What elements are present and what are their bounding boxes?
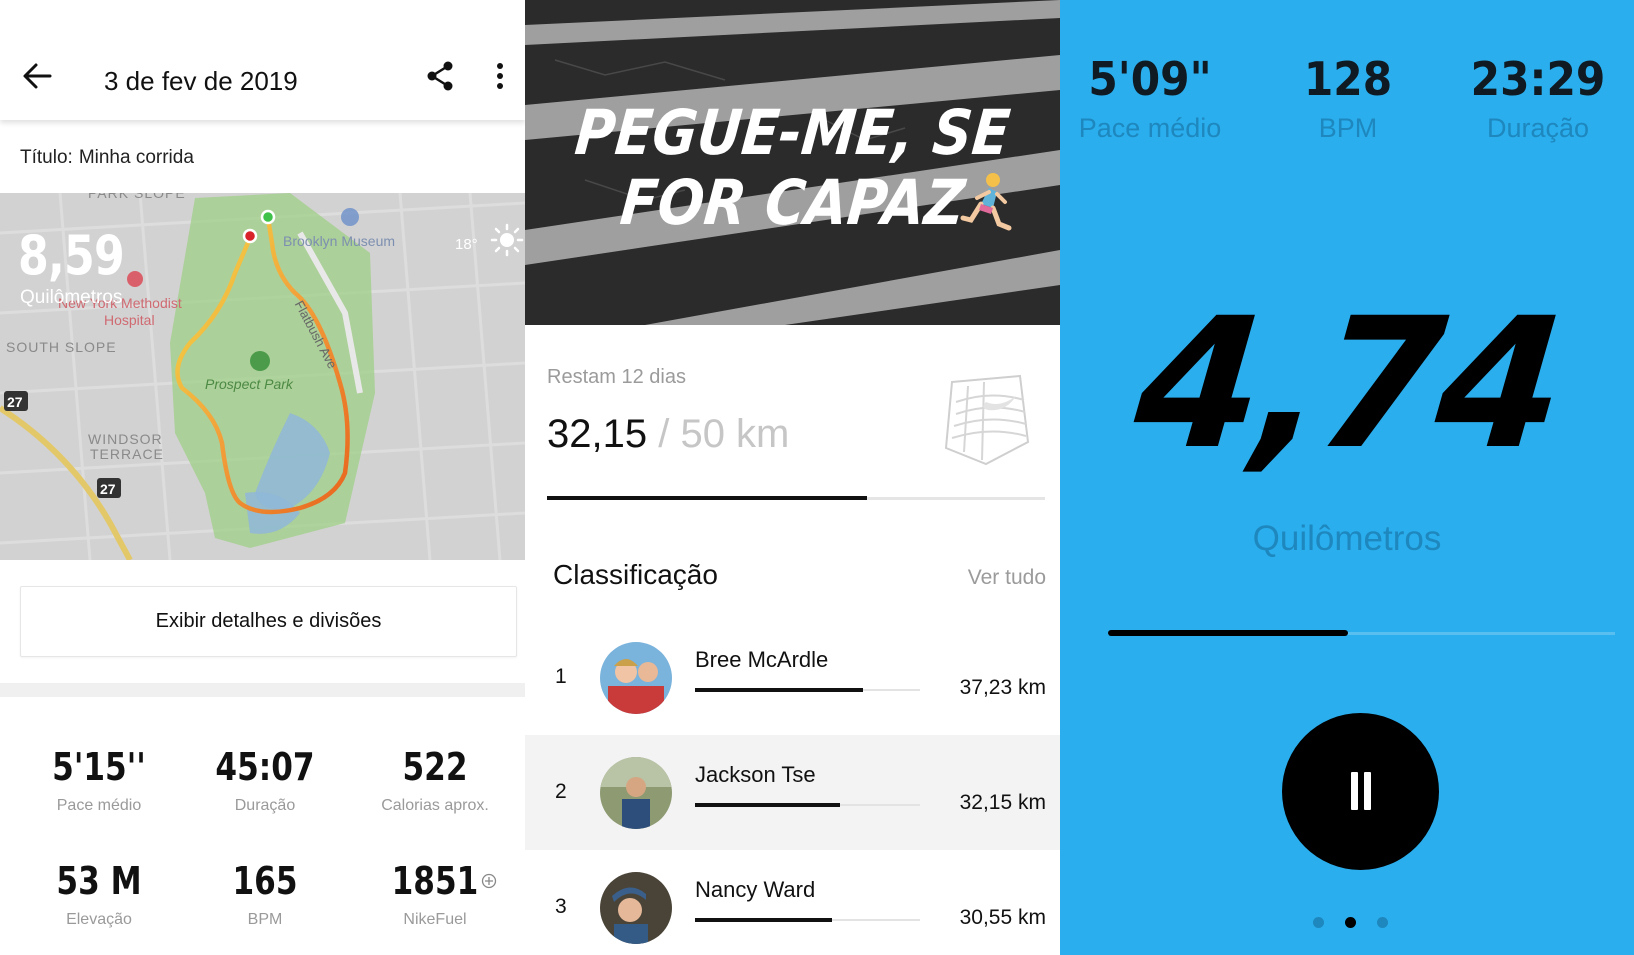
stat-elevation: 53 M Elevação [14,859,184,929]
stat-label: Calorias aprox. [381,797,489,814]
leader-rank: 1 [555,664,567,688]
stat-value: 5'15'' [52,745,146,789]
map-label-prospect-park: Prospect Park [205,376,293,392]
leader-distance: 30,55 km [959,906,1046,929]
leader-progress-bar [695,803,920,807]
leaderboard-title: Classificação [553,559,718,590]
challenge-current-distance: 32,15 [547,412,648,456]
map-label-park-slope: PARK SLOPE [88,193,186,201]
run-stat-heart-rate: 128 BPM [1258,52,1438,144]
run-stat-pace: 5'09" Pace médio [1060,52,1240,144]
stat-heart-rate: 165 BPM [180,859,350,929]
days-remaining: Restam 12 dias [547,366,686,388]
stat-nikefuel: 1851 NikeFuel [350,859,520,929]
map-label-south-slope: SOUTH SLOPE [6,339,117,355]
stat-duration: 45:07 Duração [180,745,350,815]
stat-value: 165 [232,859,298,903]
leader-rank: 3 [555,894,567,918]
pause-icon-bar [1351,772,1358,810]
page-indicator-dot-active[interactable] [1345,917,1356,928]
challenge-progress-text: 32,15 / 50 km [547,412,789,457]
temperature-value: 18° [455,236,478,253]
challenge-hero-banner: PEGUE-ME, SE FOR CAPAZ [525,0,1060,325]
leader-progress-bar [695,918,920,922]
challenge-goal-distance: / 50 km [647,412,790,456]
map-label-hospital-line2: Hospital [104,312,155,328]
run-stat-value: 23:29 [1470,52,1606,106]
route-shield-27-left: 27 [7,394,23,410]
run-stat-label: Duração [1486,113,1590,143]
run-stat-value: 128 [1303,52,1393,106]
route-start-marker [260,209,276,225]
map-label-windsor: WINDSOR [88,431,163,447]
run-distance-unit: Quilômetros [1252,519,1442,558]
avatar [600,756,672,829]
sun-icon [490,223,524,257]
page-indicator-dot[interactable] [1313,917,1324,928]
pause-icon-bar [1364,772,1371,810]
leader-rank: 2 [555,779,567,803]
back-arrow-icon[interactable] [20,60,56,92]
section-divider [0,683,525,697]
stat-label: Duração [234,797,296,814]
challenge-progress-bar [547,496,1045,500]
stat-value: 45:07 [215,745,315,789]
map-label-brooklyn-museum: Brooklyn Museum [283,233,396,249]
run-stat-value: 5'09" [1088,52,1212,106]
run-progress-fill [1108,630,1349,636]
challenge-title-line1: PEGUE-ME, SE [572,96,1013,169]
activity-title-row[interactable]: Título: Minha corrida [20,147,200,169]
leader-name: Nancy Ward [695,877,816,902]
stat-label: NikeFuel [403,911,467,928]
avatar [600,871,672,944]
challenge-progress-fill [547,496,868,500]
route-end-marker [242,228,258,244]
leader-distance: 32,15 km [959,791,1046,814]
stat-value: 53 M [56,859,142,903]
avatar [600,641,672,714]
app-bar: 3 de fev de 2019 [0,0,525,120]
stat-value: 522 [402,745,468,789]
leader-progress-bar [695,688,920,692]
woman-running-emoji-icon [960,173,1012,231]
title-label: Título: [20,147,73,168]
route-shield-27-bottom: 27 [100,481,116,497]
share-icon[interactable] [424,60,456,92]
run-stat-label: BPM [1318,113,1378,143]
pause-button[interactable] [1282,713,1439,870]
map-distance-unit: Quilômetros [20,287,123,308]
see-all-link[interactable]: Ver tudo [968,566,1046,590]
map-distance-value: 8,59 [18,224,125,287]
leader-progress-fill [695,918,833,922]
title-value: Minha corrida [78,147,194,168]
leaderboard-row[interactable]: 3 Nancy Ward 30,55 km [525,850,1060,955]
nikefuel-info-icon[interactable] [481,873,497,889]
leader-progress-fill [695,803,840,807]
leaderboard-row[interactable]: 1 Bree McArdle 37,23 km [525,620,1060,735]
run-distance-value: 4,74 [1060,280,1634,489]
leader-distance: 37,23 km [959,676,1046,699]
stat-pace: 5'15'' Pace médio [14,745,184,815]
stat-label: BPM [247,911,283,928]
activity-date: 3 de fev de 2019 [104,66,298,96]
stat-label: Elevação [66,911,132,928]
map-label-terrace: TERRACE [90,446,164,462]
live-run-screen: 5'09" Pace médio 128 BPM 23:29 Duração 4… [1060,0,1634,955]
challenge-badge-icon [944,374,1030,466]
leader-name: Bree McArdle [695,647,829,672]
leaderboard-row-current-user[interactable]: 2 Jackson Tse 32,15 km [525,735,1060,850]
run-stat-label: Pace médio [1078,113,1222,143]
stat-calories: 522 Calorias aprox. [350,745,520,815]
stat-label: Pace médio [56,797,142,814]
page-indicator-dot[interactable] [1377,917,1388,928]
run-distance-text: 4,74 [1127,280,1567,489]
leader-progress-fill [695,688,863,692]
run-progress-bar [1108,630,1615,636]
leader-name: Jackson Tse [695,762,816,787]
more-options-icon[interactable] [490,60,510,92]
activity-summary-screen: 3 de fev de 2019 Título: Minha corrida P… [0,0,525,955]
challenge-screen: PEGUE-ME, SE FOR CAPAZ Restam 12 dias 32… [525,0,1060,955]
run-stat-duration: 23:29 Duração [1448,52,1628,144]
details-and-splits-button[interactable]: Exibir detalhes e divisões [20,586,517,657]
